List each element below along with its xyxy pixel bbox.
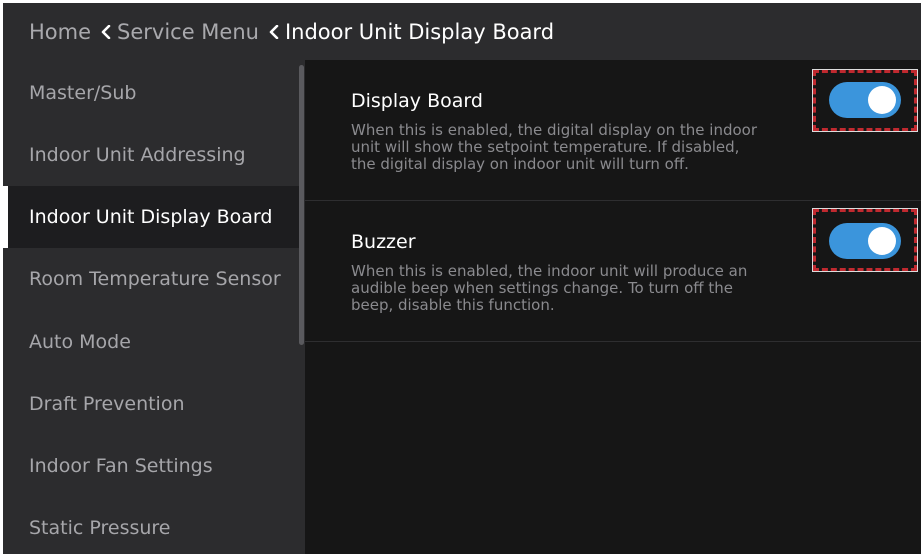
screen: Home Service Menu Indoor Unit Display Bo… xyxy=(3,3,921,554)
sidebar-item-indoor-unit-display-board[interactable]: Indoor Unit Display Board xyxy=(3,186,303,248)
sidebar-item-indoor-fan-settings[interactable]: Indoor Fan Settings xyxy=(3,435,303,497)
divider xyxy=(305,341,921,342)
sidebar-item-indoor-unit-addressing[interactable]: Indoor Unit Addressing xyxy=(3,124,303,186)
breadcrumb-current: Indoor Unit Display Board xyxy=(284,19,555,44)
sidebar-item-draft-prevention[interactable]: Draft Prevention xyxy=(3,373,303,435)
setting-row-buzzer: Buzzer When this is enabled, the indoor … xyxy=(305,201,921,341)
breadcrumb-home[interactable]: Home xyxy=(29,20,91,44)
highlight-box xyxy=(812,69,918,132)
setting-title: Display Board xyxy=(351,90,483,112)
header-breadcrumb: Home Service Menu Indoor Unit Display Bo… xyxy=(3,3,921,60)
settings-panel: Display Board When this is enabled, the … xyxy=(305,60,921,554)
highlight-box xyxy=(812,208,918,272)
sidebar: Master/Sub Indoor Unit Addressing Indoor… xyxy=(3,60,305,554)
setting-title: Buzzer xyxy=(351,231,416,253)
chevron-left-icon xyxy=(265,21,283,43)
breadcrumb-service-menu[interactable]: Service Menu xyxy=(117,20,259,44)
setting-description: When this is enabled, the indoor unit wi… xyxy=(351,262,748,314)
setting-row-display-board: Display Board When this is enabled, the … xyxy=(305,60,921,200)
sidebar-item-room-temperature-sensor[interactable]: Room Temperature Sensor xyxy=(3,248,303,310)
setting-description: When this is enabled, the digital displa… xyxy=(351,121,757,173)
sidebar-item-auto-mode[interactable]: Auto Mode xyxy=(3,311,303,373)
sidebar-item-static-pressure[interactable]: Static Pressure xyxy=(3,497,303,554)
chevron-left-icon xyxy=(97,21,115,43)
sidebar-scrollbar[interactable] xyxy=(299,65,304,345)
sidebar-item-master-sub[interactable]: Master/Sub xyxy=(3,62,303,124)
